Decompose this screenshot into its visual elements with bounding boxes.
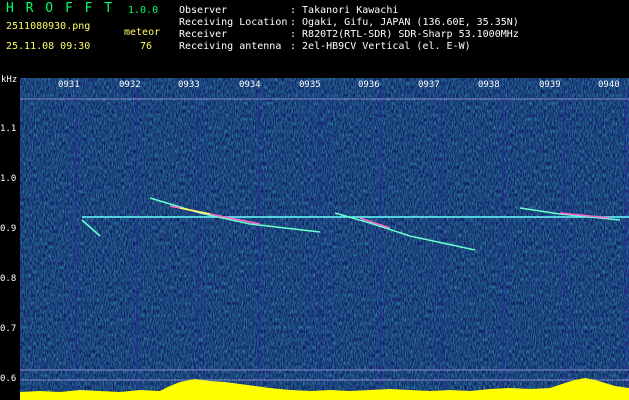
receiver-value: : R820T2(RTL-SDR) SDR-Sharp 53.1000MHz: [290, 29, 519, 40]
meteor-count: 76: [140, 41, 153, 52]
time-tick-label: 0932: [119, 80, 141, 90]
file-name: 2511080930.png: [6, 21, 91, 32]
time-tick-label: 0934: [239, 80, 261, 90]
time-tick-label: 0940: [598, 80, 620, 90]
time-tick-label: 0939: [539, 80, 561, 90]
app-version: 1.0.0: [128, 5, 159, 16]
time-tick-label: 0931: [58, 80, 80, 90]
noise-texture: [20, 78, 629, 400]
y-tick-label: 1.1: [0, 124, 17, 134]
time-tick-label: 0933: [178, 80, 200, 90]
app-title: H R O F F T: [6, 1, 115, 16]
axis-unit-label: kHz: [1, 75, 18, 85]
receiver-label: Receiver: [179, 29, 228, 40]
time-tick-label: 0936: [358, 80, 380, 90]
meteor-label: meteor: [124, 27, 161, 38]
spectrogram: [20, 78, 629, 400]
antenna-value: : 2el-HB9CV Vertical (el. E-W): [290, 41, 471, 52]
time-tick-label: 0935: [299, 80, 321, 90]
time-tick-label: 0937: [418, 80, 440, 90]
observer-value: : Takanori Kawachi: [290, 5, 399, 16]
y-tick-label: 0.8: [0, 274, 17, 284]
observer-label: Observer: [179, 5, 228, 16]
location-value: : Ogaki, Gifu, JAPAN (136.60E, 35.35N): [290, 17, 519, 28]
time-tick-label: 0938: [478, 80, 500, 90]
file-datetime: 25.11.08 09:30: [6, 41, 91, 52]
y-tick-label: 0.9: [0, 224, 17, 234]
y-tick-label: 0.7: [0, 324, 17, 334]
y-tick-label: 0.6: [0, 374, 17, 384]
antenna-label: Receiving antenna: [179, 41, 282, 52]
location-label: Receiving Location: [179, 17, 288, 28]
y-tick-label: 1.0: [0, 174, 17, 184]
